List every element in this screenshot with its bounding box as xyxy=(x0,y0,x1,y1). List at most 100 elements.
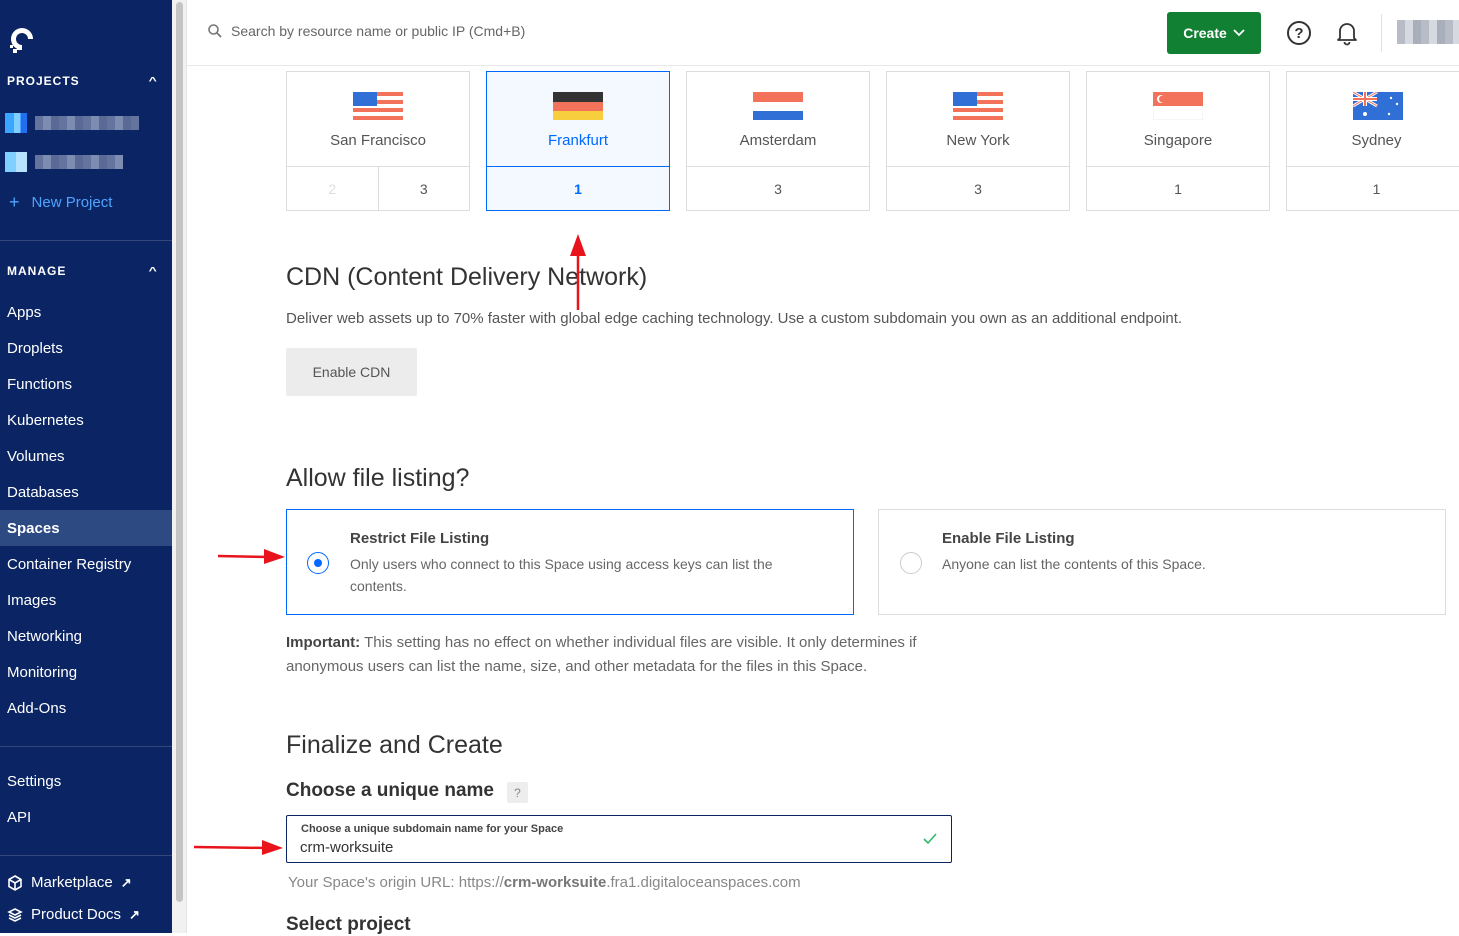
datacenter-row: 3 xyxy=(687,166,869,211)
important-note: Important: This setting has no effect on… xyxy=(286,631,966,679)
chevron-up-icon[interactable]: ^ xyxy=(149,266,159,277)
nav-kubernetes[interactable]: Kubernetes xyxy=(0,402,172,438)
region-card-frankfurt[interactable]: Frankfurt 1 xyxy=(486,71,670,211)
sidebar-scrollbar[interactable] xyxy=(172,0,187,933)
external-link-icon: ↗ xyxy=(129,906,140,922)
divider xyxy=(0,746,172,747)
cube-icon xyxy=(8,874,22,891)
datacenter-option: 2 xyxy=(328,181,337,197)
datacenter-option[interactable]: 1 xyxy=(1287,167,1459,211)
nav-api[interactable]: API xyxy=(0,799,172,835)
create-button[interactable]: Create xyxy=(1167,12,1261,54)
region-name: New York xyxy=(946,132,1010,149)
region-name: Sydney xyxy=(1351,132,1402,149)
new-project-label: New Project xyxy=(31,194,113,211)
annotation-arrow-right-icon xyxy=(193,840,283,855)
manage-header[interactable]: MANAGE ^ xyxy=(7,264,157,278)
enable-radio[interactable] xyxy=(900,552,922,574)
enable-title: Enable File Listing xyxy=(942,530,1075,547)
region-card-san-francisco[interactable]: San Francisco 2 3 xyxy=(286,71,470,211)
digitalocean-logo-icon[interactable] xyxy=(7,24,37,54)
chevron-up-icon[interactable]: ^ xyxy=(149,76,159,87)
enable-file-listing-option[interactable]: Enable File Listing Anyone can list the … xyxy=(878,509,1446,615)
datacenter-row: 2 3 xyxy=(287,166,469,211)
datacenter-option[interactable]: 3 xyxy=(687,167,869,211)
region-name: Singapore xyxy=(1143,132,1213,149)
restrict-description: Only users who connect to this Space usi… xyxy=(350,556,773,594)
divider xyxy=(0,240,172,241)
region-card-sydney[interactable]: Sydney 1 xyxy=(1286,71,1459,211)
cdn-description: Deliver web assets up to 70% faster with… xyxy=(286,310,1183,327)
origin-suffix: .fra1.digitaloceanspaces.com xyxy=(606,874,801,891)
nav-container-registry[interactable]: Container Registry xyxy=(0,546,172,582)
unique-name-heading: Choose a unique name xyxy=(286,780,494,801)
datacenter-option[interactable]: 1 xyxy=(1087,167,1269,211)
marketplace-label: Marketplace xyxy=(31,874,113,891)
datacenter-option[interactable]: 3 xyxy=(887,167,1069,211)
au-flag-icon xyxy=(1353,92,1403,120)
search-bar[interactable]: Search by resource name or public IP (Cm… xyxy=(207,23,525,39)
nav-functions[interactable]: Functions xyxy=(0,366,172,402)
annotation-arrow-right-icon xyxy=(217,549,285,564)
nav-add-ons[interactable]: Add-Ons xyxy=(0,690,172,726)
region-card-amsterdam[interactable]: Amsterdam 3 xyxy=(686,71,870,211)
space-name-field[interactable]: Choose a unique subdomain name for your … xyxy=(286,815,952,863)
file-listing-title: Allow file listing? xyxy=(286,464,470,492)
datacenter-option[interactable]: 3 xyxy=(377,167,470,211)
projects-header-label: PROJECTS xyxy=(7,74,80,88)
project-item[interactable] xyxy=(5,151,123,173)
nav-networking[interactable]: Networking xyxy=(0,618,172,654)
project-name-redacted xyxy=(35,116,139,130)
datacenter-option[interactable]: 1 xyxy=(487,167,669,211)
region-card-singapore[interactable]: Singapore 1 xyxy=(1086,71,1270,211)
layers-icon xyxy=(7,907,23,922)
nav-volumes[interactable]: Volumes xyxy=(0,438,172,474)
important-label: Important: xyxy=(286,634,361,651)
search-input[interactable]: Search by resource name or public IP (Cm… xyxy=(231,23,525,39)
restrict-title: Restrict File Listing xyxy=(350,530,490,547)
space-name-input[interactable] xyxy=(300,837,900,857)
restrict-radio[interactable] xyxy=(307,552,329,574)
sidebar: PROJECTS ^ + New Project MANAGE ^ Apps D… xyxy=(0,0,172,933)
region-name: San Francisco xyxy=(330,132,426,149)
region-name: Amsterdam xyxy=(739,132,817,149)
avatar[interactable] xyxy=(1397,20,1459,44)
chevron-down-icon xyxy=(1233,29,1245,37)
annotation-arrow-up-icon xyxy=(570,234,586,310)
product-docs-link[interactable]: Product Docs ↗ xyxy=(7,906,140,923)
enable-description: Anyone can list the contents of this Spa… xyxy=(942,556,1206,572)
project-item[interactable] xyxy=(5,112,139,134)
cdn-title: CDN (Content Delivery Network) xyxy=(286,263,648,291)
nav-monitoring[interactable]: Monitoring xyxy=(0,654,172,690)
nav-apps[interactable]: Apps xyxy=(0,294,172,330)
space-name-label: Choose a unique subdomain name for your … xyxy=(301,823,564,835)
important-text: This setting has no effect on whether in… xyxy=(286,634,917,675)
enable-cdn-button[interactable]: Enable CDN xyxy=(286,348,417,396)
datacenter-row: 1 xyxy=(487,166,669,211)
help-badge[interactable]: ? xyxy=(507,782,528,803)
bell-icon[interactable] xyxy=(1335,20,1359,46)
nav-databases[interactable]: Databases xyxy=(0,474,172,510)
help-icon[interactable]: ? xyxy=(1287,21,1311,45)
origin-prefix: Your Space's origin URL: https:// xyxy=(288,874,504,891)
marketplace-link[interactable]: Marketplace ↗ xyxy=(7,874,132,891)
plus-icon: + xyxy=(9,192,20,212)
nav-images[interactable]: Images xyxy=(0,582,172,618)
finalize-title: Finalize and Create xyxy=(286,731,503,759)
sg-flag-icon xyxy=(1153,92,1203,120)
manage-header-label: MANAGE xyxy=(7,264,67,278)
scrollbar-thumb[interactable] xyxy=(176,2,183,902)
de-flag-icon xyxy=(553,92,603,120)
region-name: Frankfurt xyxy=(547,132,608,149)
external-link-icon: ↗ xyxy=(120,874,132,890)
nav-droplets[interactable]: Droplets xyxy=(0,330,172,366)
restrict-file-listing-option[interactable]: Restrict File Listing Only users who con… xyxy=(286,509,854,615)
nav-settings[interactable]: Settings xyxy=(0,763,172,799)
new-project-link[interactable]: + New Project xyxy=(9,192,112,213)
separator xyxy=(1381,14,1382,52)
datacenter-row: 1 xyxy=(1287,166,1459,211)
nav-spaces[interactable]: Spaces xyxy=(0,510,172,546)
top-bar: Search by resource name or public IP (Cm… xyxy=(187,0,1459,66)
region-card-new-york[interactable]: New York 3 xyxy=(886,71,1070,211)
projects-header[interactable]: PROJECTS ^ xyxy=(7,74,157,88)
